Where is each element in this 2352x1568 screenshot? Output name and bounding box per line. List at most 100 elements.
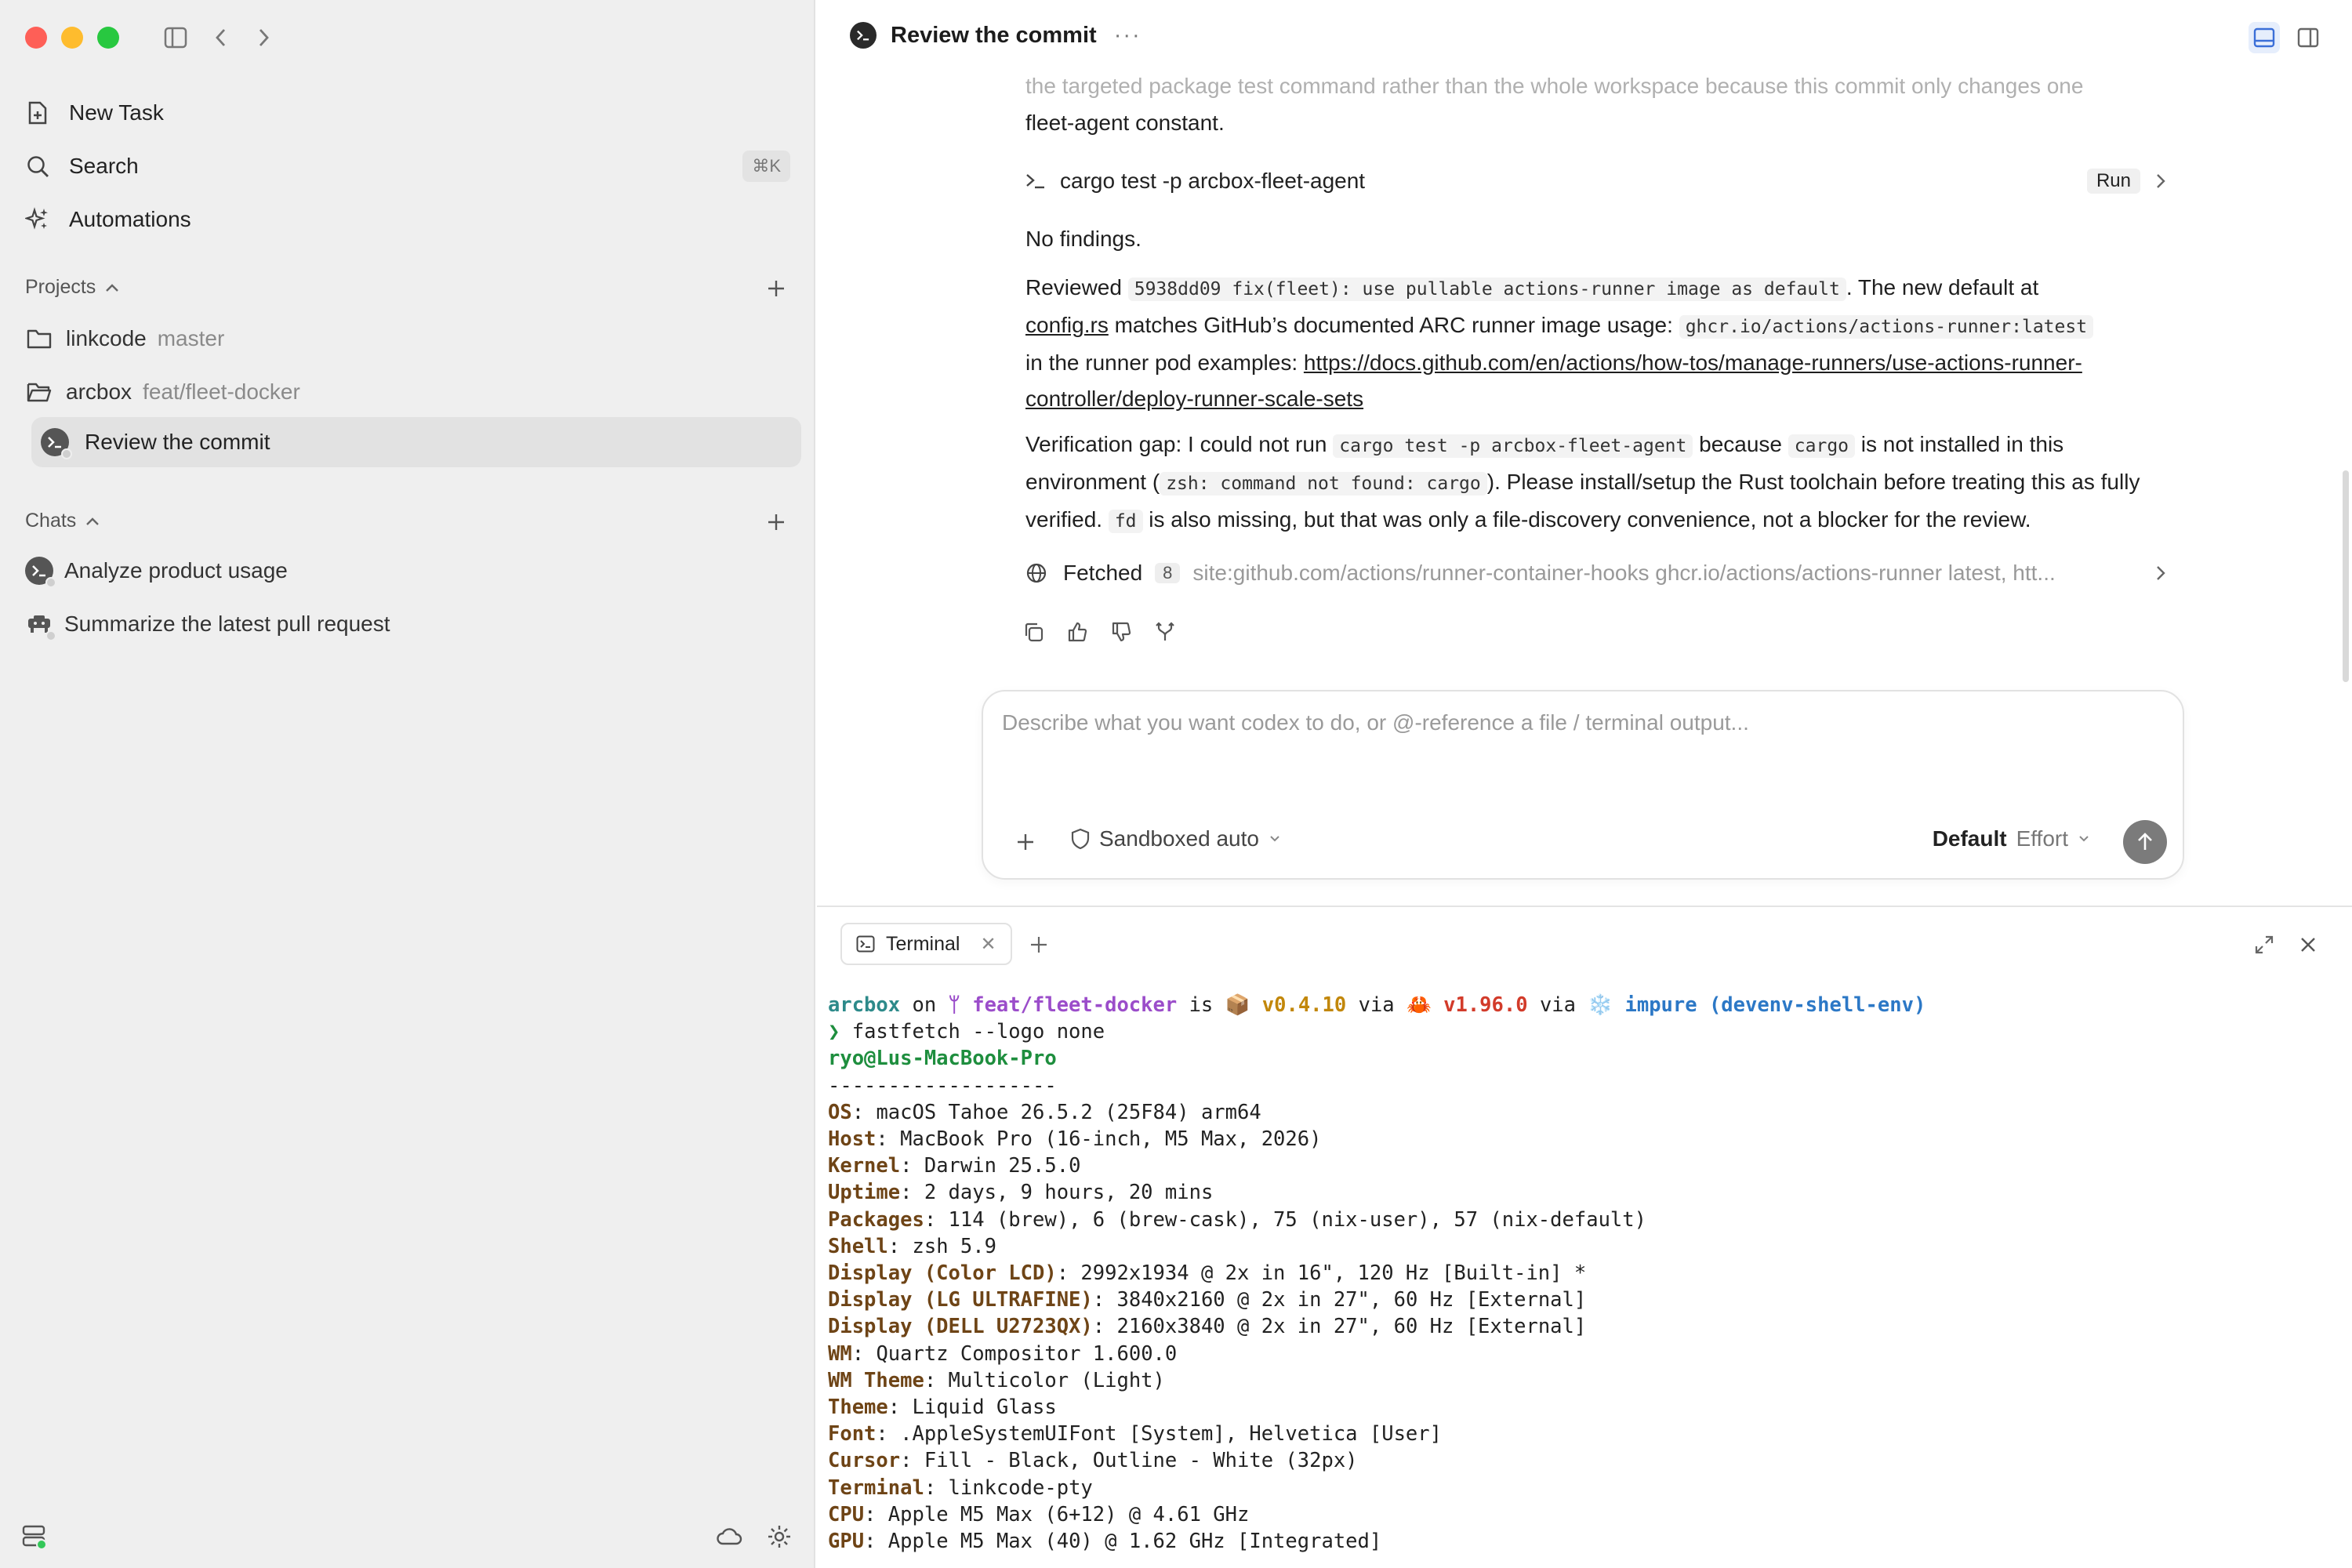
add-project-icon[interactable] <box>762 274 790 303</box>
text-span: . The new default at <box>1846 275 2039 299</box>
fork-icon[interactable] <box>1149 616 1181 648</box>
chevron-right-icon[interactable] <box>2154 564 2167 583</box>
page-title: Review the commit <box>891 22 1097 48</box>
effort-label: Effort <box>2016 826 2068 851</box>
chevron-down-icon <box>2079 836 2089 842</box>
info-key: Display (LG ULTRAFINE) <box>828 1288 1093 1312</box>
new-task-button[interactable]: New Task <box>24 89 164 136</box>
fetched-count-badge: 8 <box>1155 563 1181 583</box>
message-actions <box>1018 616 1193 648</box>
sandbox-mode-select[interactable]: Sandboxed auto <box>1071 826 1281 851</box>
info-value: 3840x2160 @ 2x in 27", 60 Hz [External] <box>1116 1288 1587 1312</box>
info-key: WM <box>828 1341 852 1366</box>
toggle-bottom-panel-icon[interactable] <box>2249 22 2280 53</box>
text-span: because <box>1693 432 1788 456</box>
chat-item-summarize-pull-request[interactable]: Summarize the latest pull request <box>25 601 390 648</box>
close-window-button[interactable] <box>25 27 47 49</box>
thumbs-down-icon[interactable] <box>1105 616 1137 648</box>
project-item-arcbox[interactable]: arcbox feat/fleet-docker <box>25 368 300 416</box>
nix-snowflake-icon: ❄️ <box>1588 993 1613 1017</box>
info-separator: : <box>900 1154 924 1178</box>
info-value: MacBook Pro (16-inch, M5 Max, 2026) <box>900 1127 1322 1152</box>
copy-icon[interactable] <box>1018 616 1049 648</box>
info-separator: : <box>1092 1315 1117 1339</box>
close-tab-icon[interactable]: ✕ <box>980 933 996 956</box>
info-separator: : <box>1092 1288 1117 1312</box>
more-options-button[interactable]: ··· <box>1114 23 1142 49</box>
chevron-up-icon <box>106 283 119 292</box>
config-link[interactable]: config.rs <box>1025 313 1109 337</box>
chat-label: Summarize the latest pull request <box>64 612 390 636</box>
inline-code: 5938dd09 fix(fleet): use pullable action… <box>1127 278 1846 301</box>
model-effort-select[interactable]: Default Effort <box>1933 826 2090 851</box>
model-label: Default <box>1932 826 2007 851</box>
sidebar: New Task Search ⌘K Automations Projects … <box>0 0 815 1568</box>
chat-label: Analyze product usage <box>64 558 288 583</box>
terminal-output[interactable]: arcbox on ᛘ feat/fleet-docker is 📦 v0.4.… <box>828 992 1926 1555</box>
prompt-text: via <box>1346 993 1406 1017</box>
automations-button[interactable]: Automations <box>24 196 191 243</box>
info-key: Host <box>828 1127 877 1152</box>
prompt-text: on <box>900 993 949 1017</box>
add-chat-icon[interactable] <box>762 508 790 536</box>
back-icon[interactable] <box>205 22 237 53</box>
chats-section-header[interactable]: Chats <box>25 510 100 532</box>
toggle-right-panel-icon[interactable] <box>2292 22 2324 53</box>
search-icon <box>24 152 52 180</box>
info-key: Terminal <box>828 1475 924 1500</box>
info-key: Display (DELL U2723QX) <box>828 1315 1093 1339</box>
folder-icon <box>25 325 53 353</box>
expand-icon[interactable] <box>2250 931 2278 959</box>
attach-plus-icon[interactable] <box>1011 828 1040 856</box>
robot-icon <box>25 610 56 641</box>
toggle-sidebar-icon[interactable] <box>160 22 191 53</box>
info-value: Quartz Compositor 1.600.0 <box>876 1341 1178 1366</box>
conversation-panel: Review the commit ··· the targeted packa… <box>817 0 2352 906</box>
project-name: arcbox <box>66 379 132 404</box>
info-key: Uptime <box>828 1181 901 1205</box>
info-separator: : <box>887 1396 913 1420</box>
info-separator: : <box>851 1100 877 1124</box>
search-button[interactable]: Search <box>24 143 139 190</box>
info-separator: : <box>876 1422 901 1446</box>
sandbox-label: Sandboxed auto <box>1099 826 1259 851</box>
environment-status-icon[interactable] <box>19 1521 50 1552</box>
fastfetch-info-line: Packages: 114 (brew), 6 (brew-cask), 75 … <box>828 1207 1926 1233</box>
command-row[interactable]: cargo test -p arcbox-fleet-agent Run <box>1025 163 2178 199</box>
terminal-icon <box>856 935 875 953</box>
info-value: 2992x1934 @ 2x in 16", 120 Hz [Built-in]… <box>1080 1261 1587 1286</box>
fetched-sources-row[interactable]: Fetched 8 site:github.com/actions/runner… <box>1025 554 2178 593</box>
codex-avatar-icon <box>25 557 56 588</box>
zoom-window-button[interactable] <box>97 27 119 49</box>
task-item-review-commit[interactable]: Review the commit <box>31 417 801 467</box>
send-button[interactable] <box>2123 820 2167 864</box>
tab-terminal[interactable]: Terminal ✕ <box>840 923 1012 965</box>
prompt-nix: impure (devenv-shell-env) <box>1624 993 1926 1017</box>
run-badge[interactable]: Run <box>2086 169 2140 194</box>
new-terminal-icon[interactable] <box>1025 931 1053 959</box>
close-panel-icon[interactable] <box>2294 931 2322 959</box>
codex-avatar-icon <box>41 428 72 459</box>
scrollbar[interactable] <box>2343 470 2349 682</box>
info-value: Apple M5 Max (40) @ 1.62 GHz [Integrated… <box>887 1530 1382 1554</box>
info-value: 2160x3840 @ 2x in 27", 60 Hz [External] <box>1116 1315 1587 1339</box>
info-separator: : <box>900 1181 924 1205</box>
thumbs-up-icon[interactable] <box>1062 616 1093 648</box>
composer[interactable]: Describe what you want codex to do, or @… <box>982 690 2184 880</box>
projects-section-header[interactable]: Projects <box>25 276 119 299</box>
info-key: Packages <box>828 1207 924 1232</box>
inline-code: fd <box>1108 510 1143 533</box>
git-branch-icon: ᛘ <box>948 993 960 1017</box>
settings-gear-icon[interactable] <box>764 1521 795 1552</box>
prompt-input[interactable]: Describe what you want codex to do, or @… <box>1002 710 1749 735</box>
terminal-panel: Terminal ✕ arcbox on ᛘ feat/fleet-docker… <box>817 906 2352 1568</box>
cloud-icon[interactable] <box>713 1521 745 1552</box>
chat-item-analyze-product-usage[interactable]: Analyze product usage <box>25 547 288 594</box>
info-value: Apple M5 Max (6+12) @ 4.61 GHz <box>887 1502 1250 1526</box>
project-item-linkcode[interactable]: linkcode master <box>25 315 224 362</box>
no-findings-text: No findings. <box>1025 227 1142 251</box>
chevron-right-icon[interactable] <box>2154 172 2167 191</box>
info-key: CPU <box>828 1502 865 1526</box>
forward-icon[interactable] <box>248 22 279 53</box>
minimize-window-button[interactable] <box>61 27 83 49</box>
